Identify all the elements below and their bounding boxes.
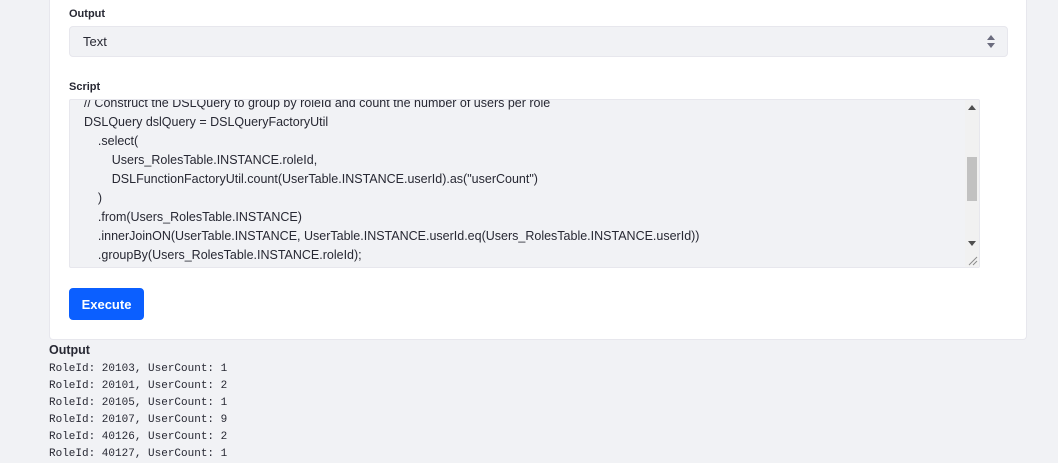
output-line: RoleId: 20107, UserCount: 9 — [49, 414, 228, 426]
output-line: RoleId: 20105, UserCount: 1 — [49, 397, 228, 409]
script-code[interactable]: // Construct the DSLQuery to group by ro… — [84, 99, 963, 265]
scroll-down-arrow-icon[interactable] — [968, 241, 976, 246]
script-line: .select( — [84, 134, 139, 148]
output-line: RoleId: 20101, UserCount: 2 — [49, 380, 228, 392]
output-section-title: Output — [49, 343, 90, 357]
output-format-label: Output — [69, 8, 106, 20]
scroll-up-arrow-icon[interactable] — [968, 105, 976, 110]
output-format-select[interactable]: Text — [69, 26, 1008, 57]
script-line: .groupBy(Users_RolesTable.INSTANCE.roleI… — [84, 248, 362, 262]
caret-double-icon — [987, 35, 995, 48]
script-line: Users_RolesTable.INSTANCE.roleId, — [84, 153, 318, 167]
script-label: Script — [69, 81, 101, 93]
execute-button[interactable]: Execute — [69, 288, 144, 320]
script-line: ) — [84, 191, 103, 205]
script-line: // Construct the DSLQuery to group by ro… — [84, 99, 551, 110]
script-line: .innerJoinON(UserTable.INSTANCE, UserTab… — [84, 229, 700, 243]
output-line: RoleId: 40127, UserCount: 1 — [49, 448, 228, 460]
script-line: DSLFunctionFactoryUtil.count(UserTable.I… — [84, 172, 538, 186]
output-line: RoleId: 20103, UserCount: 1 — [49, 363, 228, 375]
scrollbar-thumb[interactable] — [967, 157, 977, 201]
script-line: DSLQuery dslQuery = DSLQueryFactoryUtil — [84, 115, 329, 129]
script-line: .from(Users_RolesTable.INSTANCE) — [84, 210, 302, 224]
output-format-selected-value: Text — [83, 34, 107, 49]
script-scrollbar[interactable] — [965, 100, 979, 267]
script-form-card: Output Text Script // Construct the DSLQ… — [49, 0, 1027, 340]
output-line: RoleId: 40126, UserCount: 2 — [49, 431, 228, 443]
resize-grip-icon[interactable] — [967, 255, 978, 266]
output-log: RoleId: 20103, UserCount: 1 RoleId: 20101… — [49, 361, 227, 463]
script-textarea[interactable]: // Construct the DSLQuery to group by ro… — [69, 99, 980, 268]
